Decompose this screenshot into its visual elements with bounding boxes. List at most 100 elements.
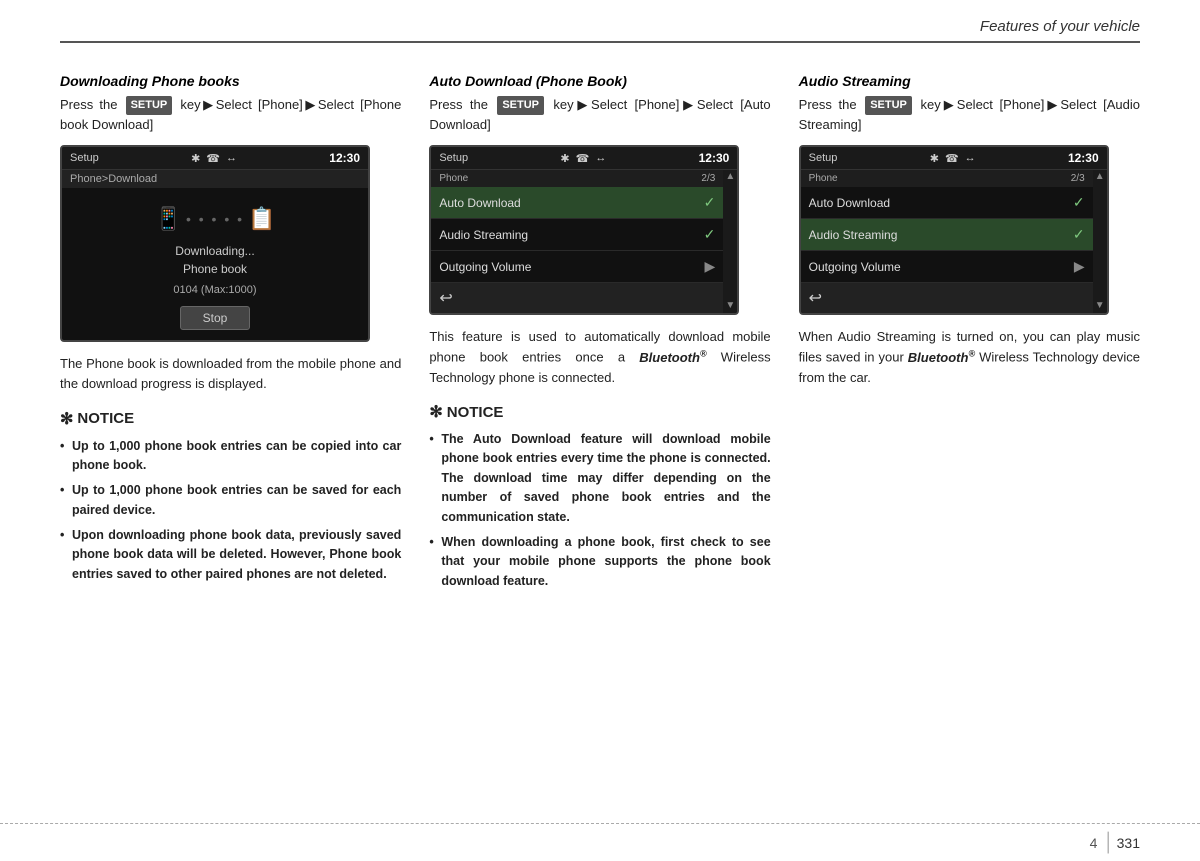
phone-icon-3: ☎ — [945, 152, 959, 165]
section-title-2: Auto Download (Phone Book) — [429, 73, 770, 89]
menu-item-label: Auto Download — [809, 196, 890, 210]
notice-label-1: NOTICE — [77, 410, 134, 427]
screen-titlebar-3: Setup ✱ ☎ ↔ 12:30 — [801, 147, 1107, 170]
screen-time-3: 12:30 — [1068, 151, 1099, 165]
transfer-dots: • • • • • — [186, 211, 244, 227]
page-footer: 4 │ 331 — [0, 823, 1200, 861]
desc-1: The Phone book is downloaded from the mo… — [60, 354, 401, 394]
menu-item-label: Auto Download — [439, 196, 520, 210]
page-header: Features of your vehicle — [0, 0, 1200, 41]
menu-item-label: Audio Streaming — [809, 228, 898, 242]
phone-icon: ☎ — [206, 152, 220, 165]
menu-item-label: Audio Streaming — [439, 228, 528, 242]
column-downloading: Downloading Phone books Press the SETUP … — [60, 73, 429, 597]
notice-item: Upon downloading phone book data, previo… — [60, 526, 401, 584]
desc-2: This feature is used to automatically do… — [429, 327, 770, 388]
screen-titlebar-2: Setup ✱ ☎ ↔ 12:30 — [431, 147, 737, 170]
scroll-col-3: ▲ ▼ — [1093, 170, 1107, 313]
notice-label-2: NOTICE — [447, 404, 504, 421]
scroll-down-icon-3[interactable]: ▼ — [1095, 301, 1105, 311]
screen-title-label-1: Setup — [70, 152, 99, 164]
screen-icons-3: ✱ ☎ ↔ — [930, 152, 976, 165]
wifi-icon-2: ↔ — [595, 152, 606, 164]
menu-item-autodownload-3[interactable]: Auto Download ✓ — [801, 187, 1093, 219]
notice-title-2: ✻ NOTICE — [429, 402, 770, 422]
desc-3: When Audio Streaming is turned on, you c… — [799, 327, 1140, 388]
notice-item: The Auto Download feature will download … — [429, 430, 770, 527]
count-label: 0104 (Max:1000) — [173, 284, 256, 296]
scroll-col-2: ▲ ▼ — [723, 170, 737, 313]
notice-star-1: ✻ — [60, 409, 73, 429]
menu-sub-label-3: Phone — [809, 173, 838, 184]
bluetooth-label-3: Bluetooth® — [908, 350, 975, 365]
bluetooth-icon: ✱ — [191, 152, 200, 165]
screen-subbar-1: Phone>Download — [62, 170, 368, 188]
notice-item: Up to 1,000 phone book entries can be co… — [60, 437, 401, 476]
screen-titlebar-1: Setup ✱ ☎ ↔ 12:30 — [62, 147, 368, 170]
screen-title-label-3: Setup — [809, 152, 838, 164]
notice-section-1: ✻ NOTICE Up to 1,000 phone book entries … — [60, 409, 401, 585]
menu-wrapper-3: Phone 2/3 Auto Download ✓ Audio Streamin… — [801, 170, 1107, 313]
menu-item-audiostreaming[interactable]: Audio Streaming ✓ — [431, 219, 723, 251]
notice-item: Up to 1,000 phone book entries can be sa… — [60, 481, 401, 520]
scroll-down-icon[interactable]: ▼ — [725, 301, 735, 311]
menu-items-2: Phone 2/3 Auto Download ✓ Audio Streamin… — [431, 170, 723, 313]
page-section: 4 — [1090, 835, 1098, 851]
menu-wrapper-2: Phone 2/3 Auto Download ✓ Audio Streamin… — [431, 170, 737, 313]
arrow-right-icon: ▶ — [705, 258, 716, 275]
wifi-icon-3: ↔ — [965, 152, 976, 164]
menu-item-audiostreaming-3[interactable]: Audio Streaming ✓ — [801, 219, 1093, 251]
notice-section-2: ✻ NOTICE The Auto Download feature will … — [429, 402, 770, 591]
menu-sub-page-2: 2/3 — [701, 173, 715, 184]
scroll-up-icon[interactable]: ▲ — [725, 172, 735, 182]
phonebook-icon: 📋 — [248, 206, 275, 232]
section-title-1: Downloading Phone books — [60, 73, 401, 89]
notice-list-1: Up to 1,000 phone book entries can be co… — [60, 437, 401, 585]
menu-sub-label-2: Phone — [439, 173, 468, 184]
menu-item-label: Outgoing Volume — [439, 260, 531, 274]
menu-sub-page-3: 2/3 — [1071, 173, 1085, 184]
scroll-up-icon-3[interactable]: ▲ — [1095, 172, 1105, 182]
main-content: Downloading Phone books Press the SETUP … — [0, 43, 1200, 617]
notice-list-2: The Auto Download feature will download … — [429, 430, 770, 591]
screen-time-1: 12:30 — [329, 151, 360, 165]
check-icon-3a: ✓ — [1073, 194, 1085, 211]
menu-subbar-2: Phone 2/3 — [431, 170, 723, 187]
stop-button[interactable]: Stop — [180, 306, 251, 330]
menu-item-autodownload[interactable]: Auto Download ✓ — [431, 187, 723, 219]
notice-star-2: ✻ — [429, 402, 442, 422]
column-autodownload: Auto Download (Phone Book) Press the SET… — [429, 73, 798, 597]
notice-item: When downloading a phone book, first che… — [429, 533, 770, 591]
back-arrow-icon-3: ↩ — [809, 288, 822, 308]
mobile-icon: 📱 — [155, 206, 182, 232]
page-separator: │ — [1103, 832, 1114, 853]
column-audiostreaming: Audio Streaming Press the SETUP key▶Sele… — [799, 73, 1140, 597]
bluetooth-label-2: Bluetooth® — [639, 350, 706, 365]
check-icon-3b: ✓ — [1073, 226, 1085, 243]
notice-title-1: ✻ NOTICE — [60, 409, 401, 429]
menu-item-volume[interactable]: Outgoing Volume ▶ — [431, 251, 723, 283]
phone-icon-2: ☎ — [576, 152, 590, 165]
setup-badge-1: SETUP — [126, 96, 173, 115]
setup-badge-2: SETUP — [497, 96, 544, 115]
back-bar-2: ↩ — [431, 283, 723, 313]
screen-icons-2: ✱ ☎ ↔ — [560, 152, 606, 165]
menu-item-volume-3[interactable]: Outgoing Volume ▶ — [801, 251, 1093, 283]
downloading-label: Downloading...Phone book — [175, 242, 254, 278]
header-title: Features of your vehicle — [980, 18, 1140, 35]
arrow-right-icon-3: ▶ — [1074, 258, 1085, 275]
page-num: 331 — [1117, 835, 1140, 851]
phone-icons-row: 📱 • • • • • 📋 — [155, 206, 276, 232]
screen-3: Setup ✱ ☎ ↔ 12:30 Phone 2/3 Auto Downloa… — [799, 145, 1109, 315]
screen-time-2: 12:30 — [699, 151, 730, 165]
screen-title-label-2: Setup — [439, 152, 468, 164]
intro-text-2: Press the SETUP key▶Select [Phone]▶Selec… — [429, 95, 770, 135]
back-bar-3: ↩ — [801, 283, 1093, 313]
wifi-icon: ↔ — [226, 152, 237, 164]
bluetooth-icon-3: ✱ — [930, 152, 939, 165]
bluetooth-icon-2: ✱ — [560, 152, 569, 165]
page-number: 4 │ 331 — [1090, 832, 1140, 853]
download-area: 📱 • • • • • 📋 Downloading...Phone book 0… — [62, 188, 368, 340]
back-arrow-icon-2: ↩ — [439, 288, 452, 308]
menu-items-3: Phone 2/3 Auto Download ✓ Audio Streamin… — [801, 170, 1093, 313]
